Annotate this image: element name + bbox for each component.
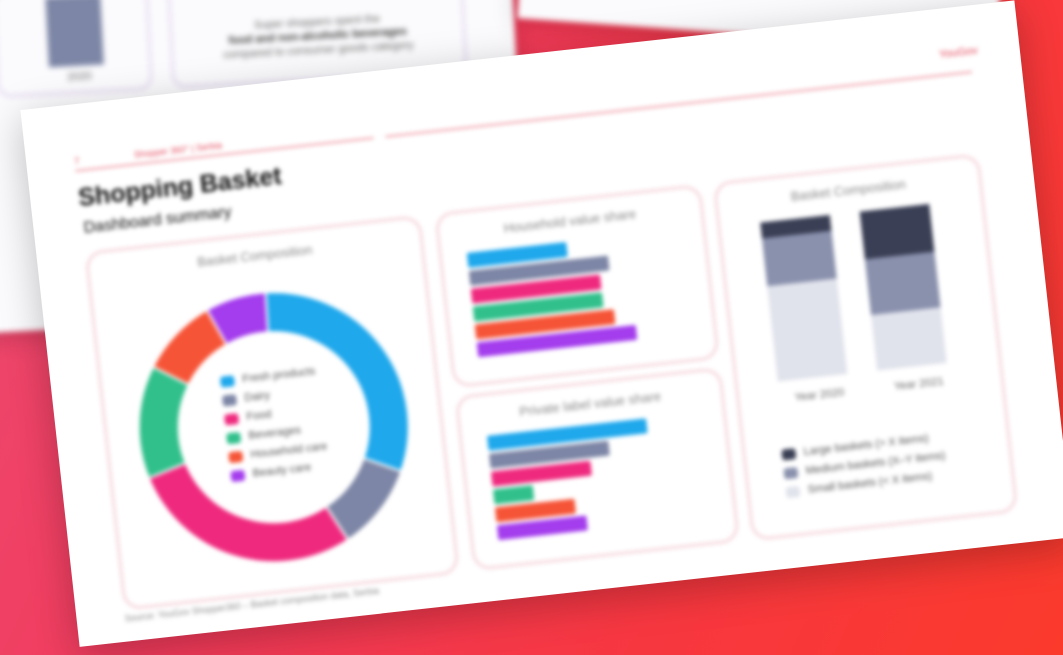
legend-label: Dairy bbox=[243, 389, 271, 405]
legend-swatch bbox=[219, 374, 235, 388]
private-label-card: Private label value share bbox=[454, 366, 741, 572]
stacked-segment bbox=[859, 203, 935, 260]
donut-card: Basket Composition Fresh products Dairy Fo… bbox=[84, 214, 460, 611]
background-card: 2020 bbox=[0, 0, 154, 99]
stack-axis-label: Year 2020 bbox=[794, 386, 845, 404]
header-divider bbox=[385, 71, 973, 138]
stacked-segment bbox=[761, 230, 837, 287]
household-share-card: Household value share bbox=[434, 183, 720, 389]
legend-swatch bbox=[226, 431, 242, 444]
household-bar-chart bbox=[466, 228, 709, 373]
stacked-column bbox=[760, 214, 848, 382]
legend-swatch bbox=[221, 393, 238, 407]
legend-item: Beverages bbox=[226, 422, 326, 445]
bar-beverages bbox=[492, 485, 535, 505]
background-axis-label: 2020 bbox=[66, 70, 93, 84]
legend-label: Fresh products bbox=[241, 365, 316, 386]
yougov-logo: YouGov bbox=[938, 44, 979, 61]
legend-swatch bbox=[223, 412, 240, 426]
basket-stack-card: Basket Composition Year 2020 Year 2021 L… bbox=[712, 153, 1019, 542]
legend-item: Household care bbox=[228, 440, 328, 463]
legend-swatch bbox=[228, 450, 244, 463]
legend-item: Beauty care bbox=[230, 459, 330, 482]
stack-legend: Large baskets (> X items) Medium baskets … bbox=[780, 424, 948, 505]
legend-swatch bbox=[785, 485, 801, 498]
stacked-segment bbox=[871, 307, 947, 371]
legend-label: Beverages bbox=[247, 424, 302, 442]
background-bar bbox=[45, 0, 104, 68]
legend-label: Food bbox=[245, 408, 273, 424]
stacked-segment bbox=[767, 278, 848, 382]
legend-item: Food bbox=[223, 403, 324, 426]
slide-title: Shopping Basket bbox=[76, 161, 283, 213]
legend-label: Household care bbox=[249, 440, 328, 461]
page-number: 7 bbox=[73, 155, 80, 167]
legend-item: Dairy bbox=[221, 384, 322, 407]
slide: 7 Shopper 360° | Serbia YouGov Shopping … bbox=[20, 0, 1063, 647]
legend-swatch bbox=[230, 469, 246, 482]
private-label-bar-chart bbox=[486, 411, 729, 556]
donut-legend: Fresh products Dairy Food Beverages Househol… bbox=[219, 358, 331, 489]
legend-swatch bbox=[781, 447, 797, 461]
legend-label: Beauty care bbox=[252, 461, 312, 480]
breadcrumb: Shopper 360° | Serbia bbox=[133, 140, 223, 160]
header-divider bbox=[75, 137, 374, 172]
stack-axis-label: Year 2021 bbox=[893, 375, 945, 393]
stacked-column bbox=[859, 203, 947, 371]
stacked-bar-chart bbox=[750, 201, 976, 383]
legend-swatch bbox=[783, 466, 799, 479]
stacked-segment bbox=[864, 251, 941, 315]
legend-item: Fresh products bbox=[219, 365, 320, 388]
